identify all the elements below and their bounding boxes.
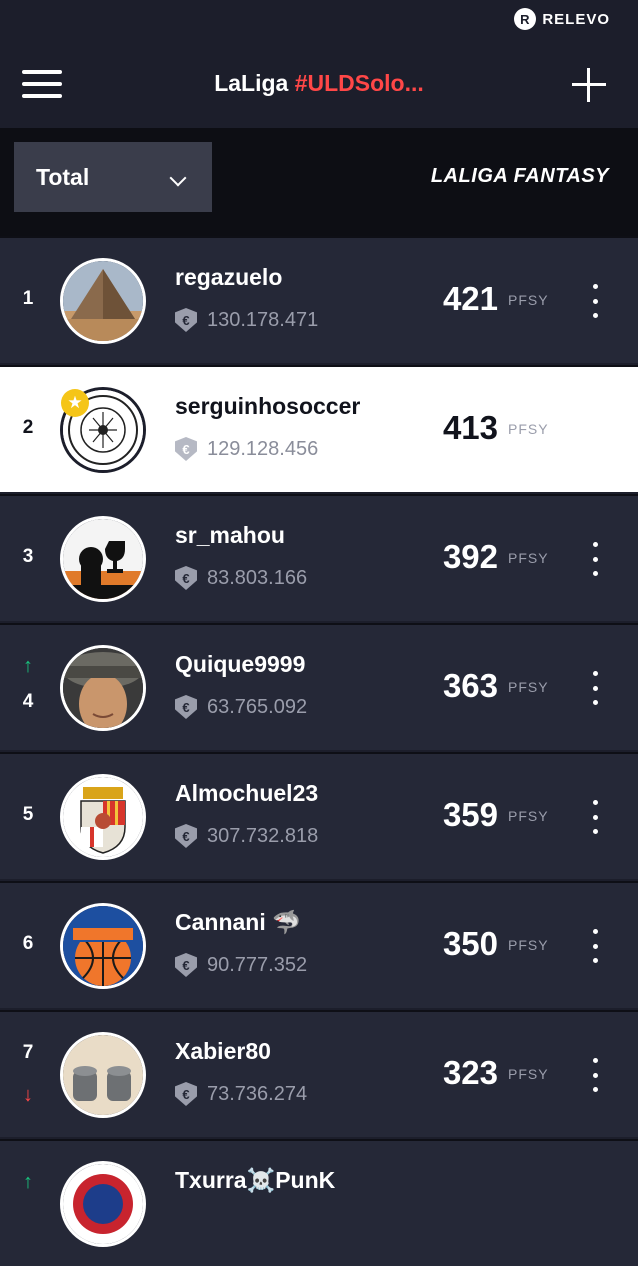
star-badge-icon: ★ (61, 389, 89, 417)
points-unit: PFSY (508, 808, 549, 824)
team-value-amount: 130.178.471 (207, 308, 319, 331)
ranking-row[interactable]: ↑ Txurra☠️PunK (0, 1139, 638, 1266)
team-value: € 129.128.456 (175, 437, 318, 461)
team-value-amount: 63.765.092 (207, 695, 308, 718)
team-value: € 73.736.274 (175, 1082, 307, 1106)
points: 392 (442, 538, 498, 575)
points: 350 (442, 925, 498, 962)
more-vertical-icon[interactable] (583, 1058, 607, 1092)
manager-name: sr_mahou (175, 522, 285, 548)
avatar[interactable] (60, 645, 146, 731)
ranking-row[interactable]: 5 Almochuel23 € 307.732.818 359 PFSY (0, 752, 638, 879)
filter-bar: Total LALIGA FANTASY (0, 128, 638, 236)
rank-number: 5 (22, 804, 34, 825)
manager-name: Txurra☠️PunK (175, 1167, 336, 1193)
manager-name: Almochuel23 (175, 780, 319, 806)
euro-shield-icon: € (175, 566, 197, 590)
period-select-value: Total (36, 163, 90, 190)
euro-shield-icon: € (175, 695, 197, 719)
brand-name: RELEVO (542, 10, 610, 28)
rank-number: 7 (22, 1042, 34, 1063)
points: 363 (442, 667, 498, 704)
points-unit: PFSY (508, 1066, 549, 1082)
avatar[interactable] (60, 1032, 146, 1118)
rank-number: 4 (22, 691, 34, 712)
laliga-fantasy-logo: LALIGA FANTASY (430, 165, 609, 187)
team-value-amount: 73.736.274 (207, 1082, 308, 1105)
title-league-name: #ULDSolo... (294, 70, 424, 96)
page-title: LaLiga #ULDSolo... (120, 70, 518, 97)
points-unit: PFSY (508, 679, 549, 695)
points-unit: PFSY (508, 421, 549, 437)
team-value-amount: 307.732.818 (207, 824, 319, 847)
avatar[interactable] (60, 1161, 146, 1247)
team-value: € 307.732.818 (175, 824, 318, 848)
rank-number: 2 (22, 417, 34, 438)
points-unit: PFSY (508, 292, 549, 308)
avatar[interactable] (60, 774, 146, 860)
points: 421 (442, 280, 498, 317)
arrow-up-icon: ↑ (23, 1171, 33, 1193)
avatar[interactable] (60, 258, 146, 344)
euro-shield-icon: € (175, 437, 197, 461)
points-unit: PFSY (508, 937, 549, 953)
team-value: € 90.777.352 (175, 953, 307, 977)
more-vertical-icon[interactable] (583, 929, 607, 963)
ranking-row[interactable]: 7 ↓ Xabier80 € 73.736.274 323 PFSY (0, 1010, 638, 1137)
team-value-amount: 83.803.166 (207, 566, 308, 589)
ranking-row[interactable]: 3 sr_mahou € 83.803.166 392 PFSY (0, 494, 638, 621)
ranking-row-current-user[interactable]: 2 serguinhosoccer € 129.128.456 413 PFSY (0, 365, 638, 492)
euro-shield-icon: € (175, 824, 197, 848)
manager-name: Cannani 🦈 (175, 909, 301, 935)
chevron-down-icon (169, 169, 187, 187)
app-header: R RELEVO LaLiga #ULDSolo... (0, 0, 638, 128)
hamburger-menu-icon[interactable] (22, 70, 62, 98)
team-value: € 63.765.092 (175, 695, 307, 719)
relevo-logo-icon: R (514, 8, 537, 30)
more-vertical-icon[interactable] (583, 800, 607, 834)
manager-name: Quique9999 (175, 651, 306, 677)
points-unit: PFSY (508, 550, 549, 566)
avatar[interactable] (60, 903, 146, 989)
ranking-row[interactable]: ↑ 4 Quique9999 € 63.765.092 363 PFSY (0, 623, 638, 750)
relevo-brand: R RELEVO (514, 6, 610, 32)
rank-number: 3 (22, 546, 34, 567)
ranking-row[interactable]: 1 regazuelo € 130.178.471 421 PFSY (0, 236, 638, 363)
more-vertical-icon[interactable] (583, 284, 607, 318)
points: 323 (442, 1054, 498, 1091)
team-value-amount: 90.777.352 (207, 953, 308, 976)
euro-shield-icon: € (175, 953, 197, 977)
manager-name: serguinhosoccer (175, 393, 361, 419)
points: 413 (442, 409, 498, 446)
euro-shield-icon: € (175, 1082, 197, 1106)
title-league: LaLiga (214, 70, 295, 96)
plus-icon[interactable] (572, 68, 606, 102)
arrow-up-icon: ↑ (23, 655, 33, 677)
manager-name: Xabier80 (175, 1038, 271, 1064)
rank-number: 1 (22, 288, 34, 309)
points: 359 (442, 796, 498, 833)
more-vertical-icon[interactable] (583, 671, 607, 705)
team-value-amount: 129.128.456 (207, 437, 319, 460)
rank-number: 6 (22, 933, 34, 954)
team-value: € 83.803.166 (175, 566, 307, 590)
manager-name: regazuelo (175, 264, 283, 290)
more-vertical-icon[interactable] (583, 542, 607, 576)
euro-shield-icon: € (175, 308, 197, 332)
arrow-down-icon: ↓ (23, 1084, 33, 1106)
team-value: € 130.178.471 (175, 308, 318, 332)
avatar[interactable] (60, 516, 146, 602)
period-select[interactable]: Total (14, 142, 212, 212)
ranking-row[interactable]: 6 Cannani 🦈 € 90.777.352 350 PFSY (0, 881, 638, 1008)
